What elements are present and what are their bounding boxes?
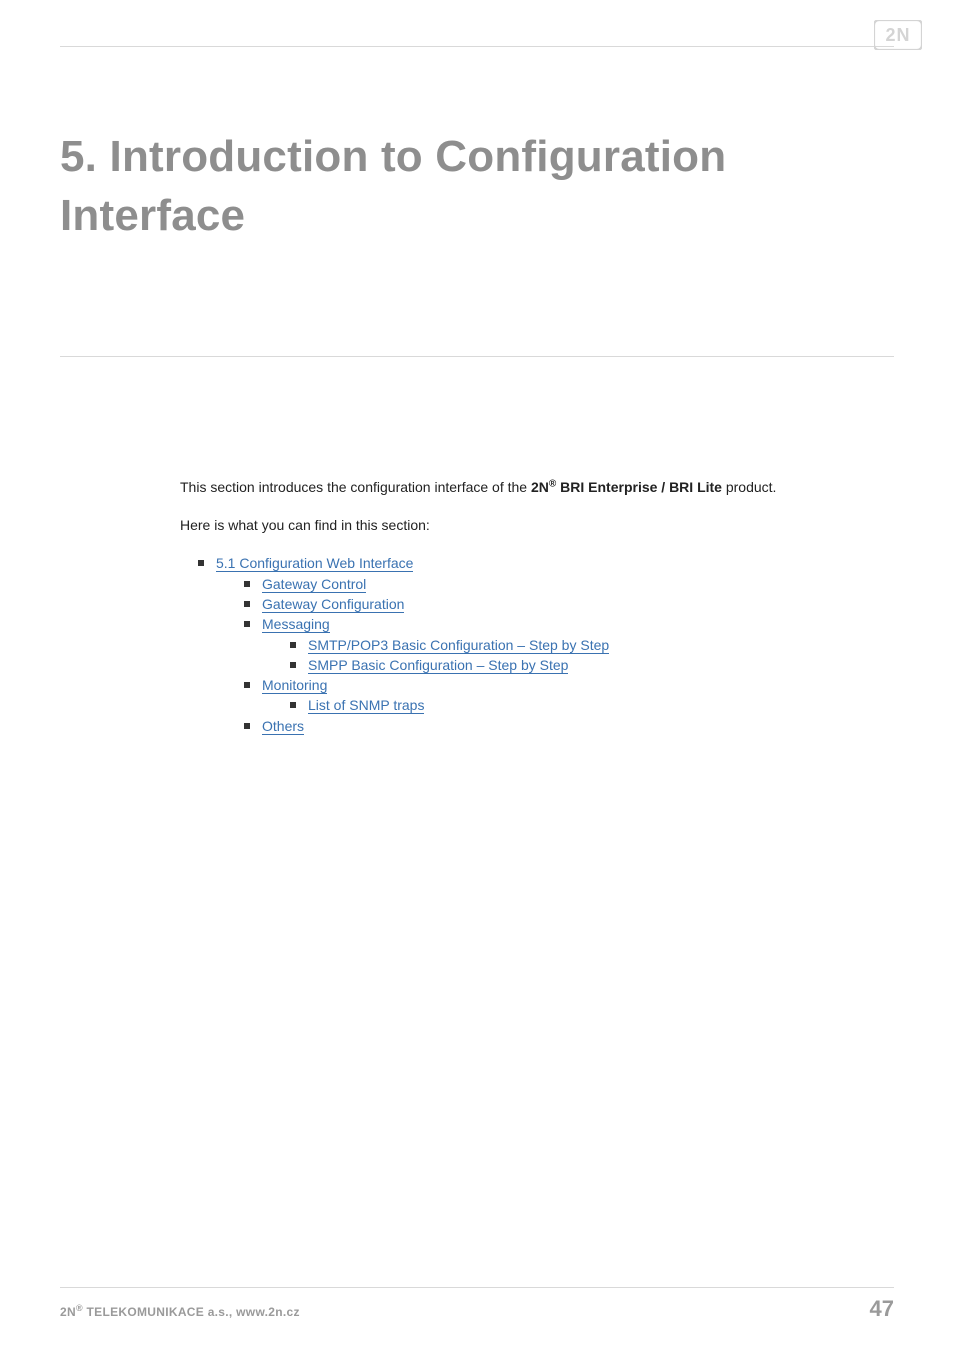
toc-item: SMTP/POP3 Basic Configuration – Step by …: [308, 635, 894, 655]
toc: 5.1 Configuration Web Interface Gateway …: [216, 553, 894, 736]
lead-paragraph: Here is what you can find in this sectio…: [180, 515, 894, 535]
link-messaging[interactable]: Messaging: [262, 616, 330, 633]
link-smpp-basic-configuration[interactable]: SMPP Basic Configuration – Step by Step: [308, 657, 568, 674]
page: 2N 5. Introduction to Configuration Inte…: [0, 0, 954, 1350]
intro-brand-suffix: BRI Enterprise / BRI Lite: [556, 479, 722, 495]
svg-text:2N: 2N: [885, 25, 910, 45]
intro-paragraph: This section introduces the configuratio…: [180, 477, 894, 497]
link-gateway-control[interactable]: Gateway Control: [262, 576, 366, 593]
header-rule: [60, 46, 894, 47]
toc-item: Monitoring List of SNMP traps: [262, 675, 894, 716]
footer-company-text: TELEKOMUNIKACE a.s., www.2n.cz: [83, 1305, 300, 1319]
footer-company: 2N® TELEKOMUNIKACE a.s., www.2n.cz: [60, 1303, 300, 1319]
toc-item: SMPP Basic Configuration – Step by Step: [308, 655, 894, 675]
body-text: This section introduces the configuratio…: [180, 477, 894, 736]
footer: 2N® TELEKOMUNIKACE a.s., www.2n.cz 47: [60, 1287, 894, 1322]
footer-page-number: 47: [870, 1296, 894, 1322]
intro-brand-prefix: 2N: [531, 479, 549, 495]
toc-item: Others: [262, 716, 894, 736]
brand-logo: 2N: [874, 20, 922, 50]
toc-item: 5.1 Configuration Web Interface Gateway …: [216, 553, 894, 736]
intro-prefix: This section introduces the configuratio…: [180, 479, 531, 495]
link-smtp-pop3-basic-configuration[interactable]: SMTP/POP3 Basic Configuration – Step by …: [308, 637, 609, 654]
footer-brand-prefix: 2N: [60, 1305, 76, 1319]
toc-item: Messaging SMTP/POP3 Basic Configuration …: [262, 614, 894, 675]
section-rule: [60, 356, 894, 357]
page-title: 5. Introduction to Configuration Interfa…: [60, 127, 894, 246]
intro-suffix: product.: [722, 479, 776, 495]
toc-item: Gateway Configuration: [262, 594, 894, 614]
footer-brand-sup: ®: [76, 1303, 83, 1313]
toc-item: List of SNMP traps: [308, 695, 894, 715]
link-monitoring[interactable]: Monitoring: [262, 677, 327, 694]
toc-item: Gateway Control: [262, 574, 894, 594]
link-gateway-configuration[interactable]: Gateway Configuration: [262, 596, 404, 613]
link-others[interactable]: Others: [262, 718, 304, 735]
link-configuration-web-interface[interactable]: 5.1 Configuration Web Interface: [216, 555, 413, 572]
link-list-of-snmp-traps[interactable]: List of SNMP traps: [308, 697, 424, 714]
